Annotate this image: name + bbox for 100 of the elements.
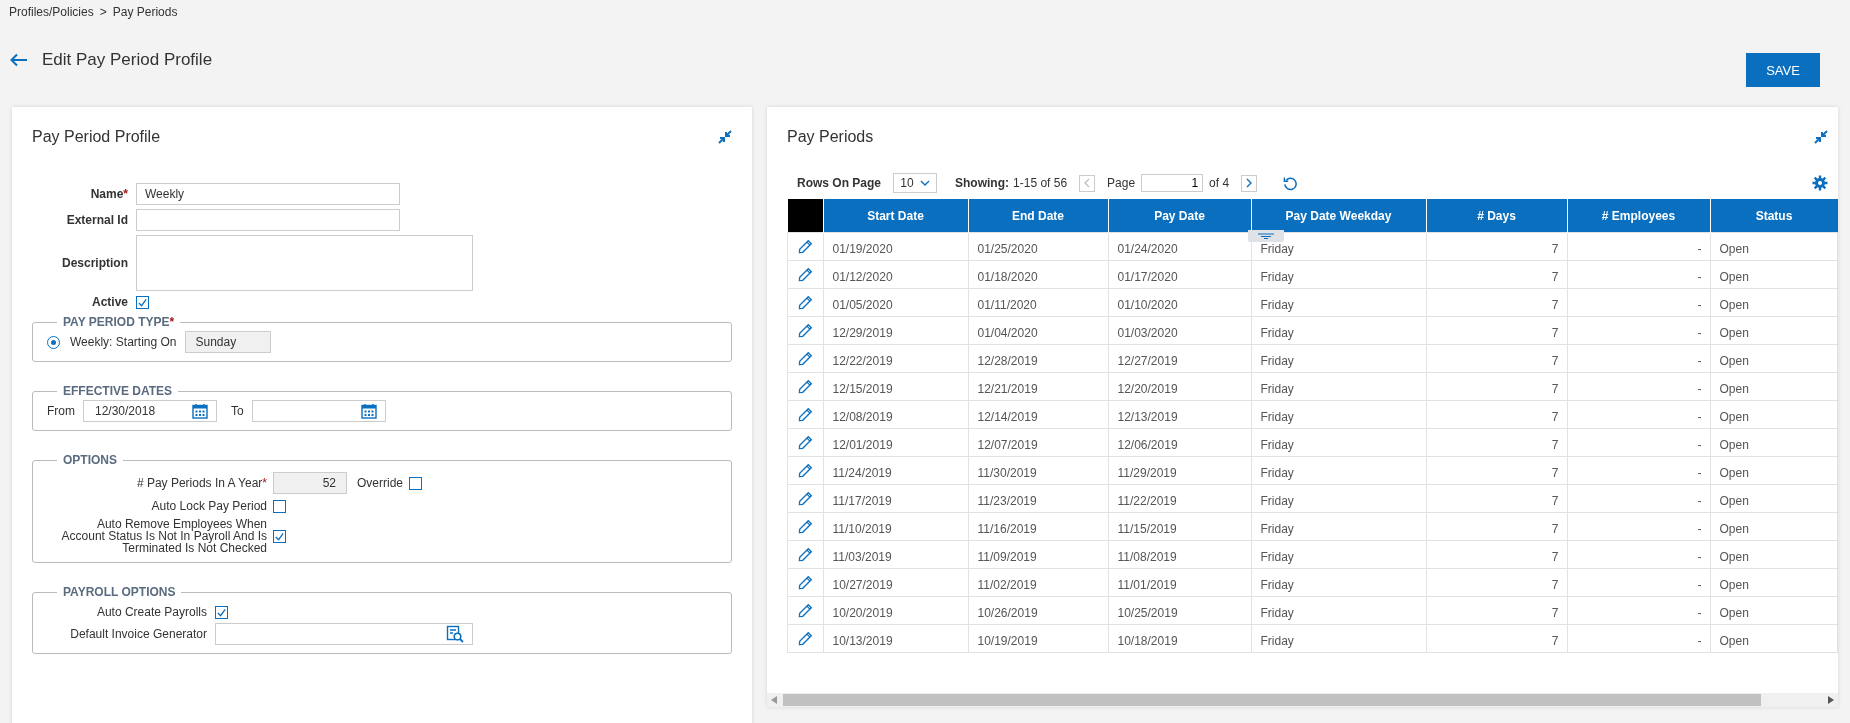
field-label: To xyxy=(231,404,244,418)
edit-icon[interactable] xyxy=(797,435,813,450)
table-cell: 12/15/2019 xyxy=(823,372,968,401)
table-cell: 01/19/2020 xyxy=(823,232,968,261)
description-field[interactable] xyxy=(136,235,473,291)
table-cell: - xyxy=(1567,624,1710,653)
table-cell: Open xyxy=(1710,400,1838,429)
table-cell: 10/13/2019 xyxy=(823,624,968,653)
column-header[interactable]: End Date xyxy=(968,199,1108,233)
breadcrumb-link[interactable]: Profiles/Policies xyxy=(9,5,94,19)
page-title: Edit Pay Period Profile xyxy=(42,50,213,70)
column-header[interactable]: # Days xyxy=(1426,199,1567,233)
edit-icon[interactable] xyxy=(797,491,813,506)
table-cell: Friday xyxy=(1251,624,1426,653)
active-checkbox[interactable] xyxy=(136,295,149,309)
table-cell: 7 xyxy=(1426,372,1567,401)
edit-icon[interactable] xyxy=(797,295,813,310)
refresh-icon[interactable] xyxy=(1283,175,1299,191)
edit-icon[interactable] xyxy=(797,323,813,338)
table-cell: Friday xyxy=(1251,596,1426,625)
option-checkbox[interactable] xyxy=(273,529,286,543)
option-checkbox[interactable] xyxy=(273,499,286,513)
override-checkbox[interactable] xyxy=(409,476,422,490)
edit-icon[interactable] xyxy=(797,407,813,422)
table-cell: 10/26/2019 xyxy=(968,596,1108,625)
table-cell: 7 xyxy=(1426,260,1567,289)
edit-icon[interactable] xyxy=(797,379,813,394)
edit-icon[interactable] xyxy=(797,519,813,534)
table-cell: 12/13/2019 xyxy=(1108,400,1251,429)
edit-icon[interactable] xyxy=(797,267,813,282)
table-cell: Friday xyxy=(1251,344,1426,373)
from-date-field[interactable]: 12/30/2018 xyxy=(83,400,217,422)
scroll-right-icon[interactable] xyxy=(1828,696,1834,704)
column-header[interactable]: Status xyxy=(1710,199,1838,233)
field-label: From xyxy=(47,404,75,418)
table-cell: - xyxy=(1567,260,1710,289)
table-cell: Open xyxy=(1710,232,1838,261)
invoice-generator-field[interactable] xyxy=(215,623,473,645)
settings-icon[interactable] xyxy=(1812,175,1828,191)
table-cell: 7 xyxy=(1426,512,1567,541)
table-cell: 11/29/2019 xyxy=(1108,456,1251,485)
collapse-icon[interactable] xyxy=(1814,130,1828,144)
table-cell: Friday xyxy=(1251,372,1426,401)
edit-icon[interactable] xyxy=(797,631,813,646)
column-header[interactable]: Pay Date Weekday xyxy=(1251,199,1426,233)
edit-icon[interactable] xyxy=(797,351,813,366)
table-cell: Friday xyxy=(1251,568,1426,597)
calendar-icon[interactable] xyxy=(360,403,377,419)
table-cell: Open xyxy=(1710,372,1838,401)
showing-count: 1-15 of 56 xyxy=(1013,176,1068,190)
lookup-icon[interactable] xyxy=(446,625,464,643)
table-cell: - xyxy=(1567,232,1710,261)
table-cell: 11/24/2019 xyxy=(823,456,968,485)
table-cell: Open xyxy=(1710,316,1838,345)
table-cell: 01/18/2020 xyxy=(968,260,1108,289)
table-cell: 7 xyxy=(1426,288,1567,317)
caret-icon xyxy=(919,180,930,186)
table-cell: Friday xyxy=(1251,260,1426,289)
table-cell: 11/03/2019 xyxy=(823,540,968,569)
table-cell: 12/14/2019 xyxy=(968,400,1108,429)
pay-periods-field: 52 xyxy=(273,472,347,494)
table-cell: 12/01/2019 xyxy=(823,428,968,457)
edit-icon[interactable] xyxy=(797,603,813,618)
section-legend: EFFECTIVE DATES xyxy=(57,384,179,398)
back-arrow-icon[interactable] xyxy=(10,53,28,67)
field-label: Active xyxy=(90,295,128,309)
table-cell: - xyxy=(1567,428,1710,457)
table-cell: 11/16/2019 xyxy=(968,512,1108,541)
column-header[interactable]: Pay Date xyxy=(1108,199,1251,233)
column-header[interactable]: Start Date xyxy=(823,199,968,233)
table-cell: 11/15/2019 xyxy=(1108,512,1251,541)
edit-icon[interactable] xyxy=(797,575,813,590)
column-menu-handle[interactable] xyxy=(1248,230,1284,242)
collapse-icon[interactable] xyxy=(718,130,732,144)
to-date-field[interactable] xyxy=(251,400,386,422)
option-label: Override xyxy=(357,476,403,490)
external-id-field[interactable] xyxy=(136,209,400,231)
calendar-icon[interactable] xyxy=(192,403,208,419)
name-field[interactable]: Weekly xyxy=(136,183,400,205)
edit-icon[interactable] xyxy=(797,239,813,254)
edit-icon[interactable] xyxy=(797,463,813,478)
table-cell: Friday xyxy=(1251,512,1426,541)
next-page-button[interactable] xyxy=(1241,174,1258,192)
rows-per-page-dropdown[interactable]: 10 xyxy=(893,173,938,193)
edit-icon[interactable] xyxy=(797,547,813,562)
table-cell: - xyxy=(1567,288,1710,317)
table-cell: 7 xyxy=(1426,596,1567,625)
table-cell: 11/02/2019 xyxy=(968,568,1108,597)
save-button[interactable]: SAVE xyxy=(1746,53,1820,87)
table-cell: 12/07/2019 xyxy=(968,428,1108,457)
page-number-field[interactable]: 1 xyxy=(1141,174,1204,192)
column-header[interactable]: # Employees xyxy=(1567,199,1710,233)
table-cell: 12/21/2019 xyxy=(968,372,1108,401)
option-label: Auto Remove Employees When Account Status Is Not In Payroll And Is Terminated Is Not Checked xyxy=(60,518,267,554)
auto-create-checkbox[interactable] xyxy=(215,605,228,619)
table-cell: Friday xyxy=(1251,484,1426,513)
horizontal-scrollbar[interactable] xyxy=(767,693,1838,707)
table-cell: 7 xyxy=(1426,400,1567,429)
table-cell: 12/06/2019 xyxy=(1108,428,1251,457)
panel-title: Pay Period Profile xyxy=(32,128,161,146)
